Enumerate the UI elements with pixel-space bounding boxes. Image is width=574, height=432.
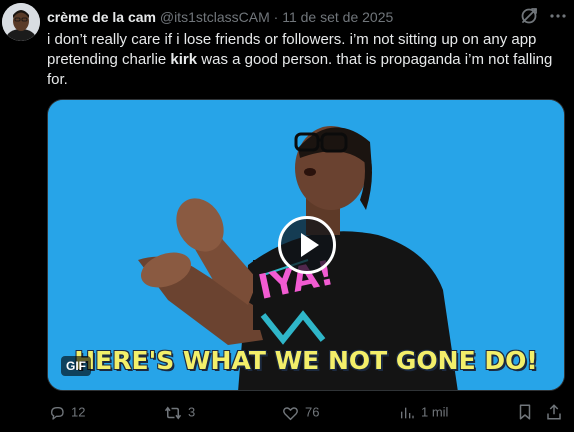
- repost-count: 3: [188, 404, 196, 420]
- gif-badge: GIF: [61, 356, 91, 376]
- avatar-image: [2, 3, 40, 41]
- grok-icon[interactable]: [519, 6, 539, 26]
- like-button[interactable]: 76: [282, 402, 319, 422]
- gif-caption: HERE'S WHAT WE NOT GONE DO!: [74, 346, 538, 375]
- views-count: 1 mil: [421, 404, 449, 420]
- repost-button[interactable]: 3: [164, 402, 195, 422]
- avatar[interactable]: [2, 3, 40, 41]
- like-count: 76: [305, 404, 320, 420]
- reply-icon: [51, 406, 64, 420]
- bookmark-button[interactable]: [516, 403, 534, 421]
- share-button[interactable]: [545, 403, 563, 421]
- play-icon: [301, 233, 319, 257]
- tweet-date[interactable]: 11 de set de 2025: [282, 9, 393, 25]
- reply-button[interactable]: 12: [49, 402, 85, 422]
- heart-icon: [283, 406, 298, 420]
- author-name[interactable]: crème de la cam: [47, 9, 156, 25]
- author-handle[interactable]: @its1stclassCAM: [160, 9, 270, 25]
- tweet-header: crème de la cam @its1stclassCAM · 11 de …: [47, 8, 393, 26]
- separator-dot: ·: [273, 9, 279, 25]
- views-button[interactable]: 1 mil: [399, 402, 448, 422]
- views-icon: [401, 407, 414, 418]
- share-icon: [547, 404, 561, 420]
- tweet-text: i don’t really care if i lose friends or…: [47, 30, 567, 90]
- tweet-text-bold: kirk: [170, 51, 198, 68]
- play-button[interactable]: [278, 216, 336, 274]
- gif-media[interactable]: IYA! HERE'S WHAT WE NOT GONE DO! GIF: [47, 99, 565, 391]
- reply-count: 12: [71, 404, 86, 420]
- bookmark-icon: [519, 404, 531, 420]
- more-icon[interactable]: [548, 6, 568, 26]
- repost-icon: [164, 406, 182, 420]
